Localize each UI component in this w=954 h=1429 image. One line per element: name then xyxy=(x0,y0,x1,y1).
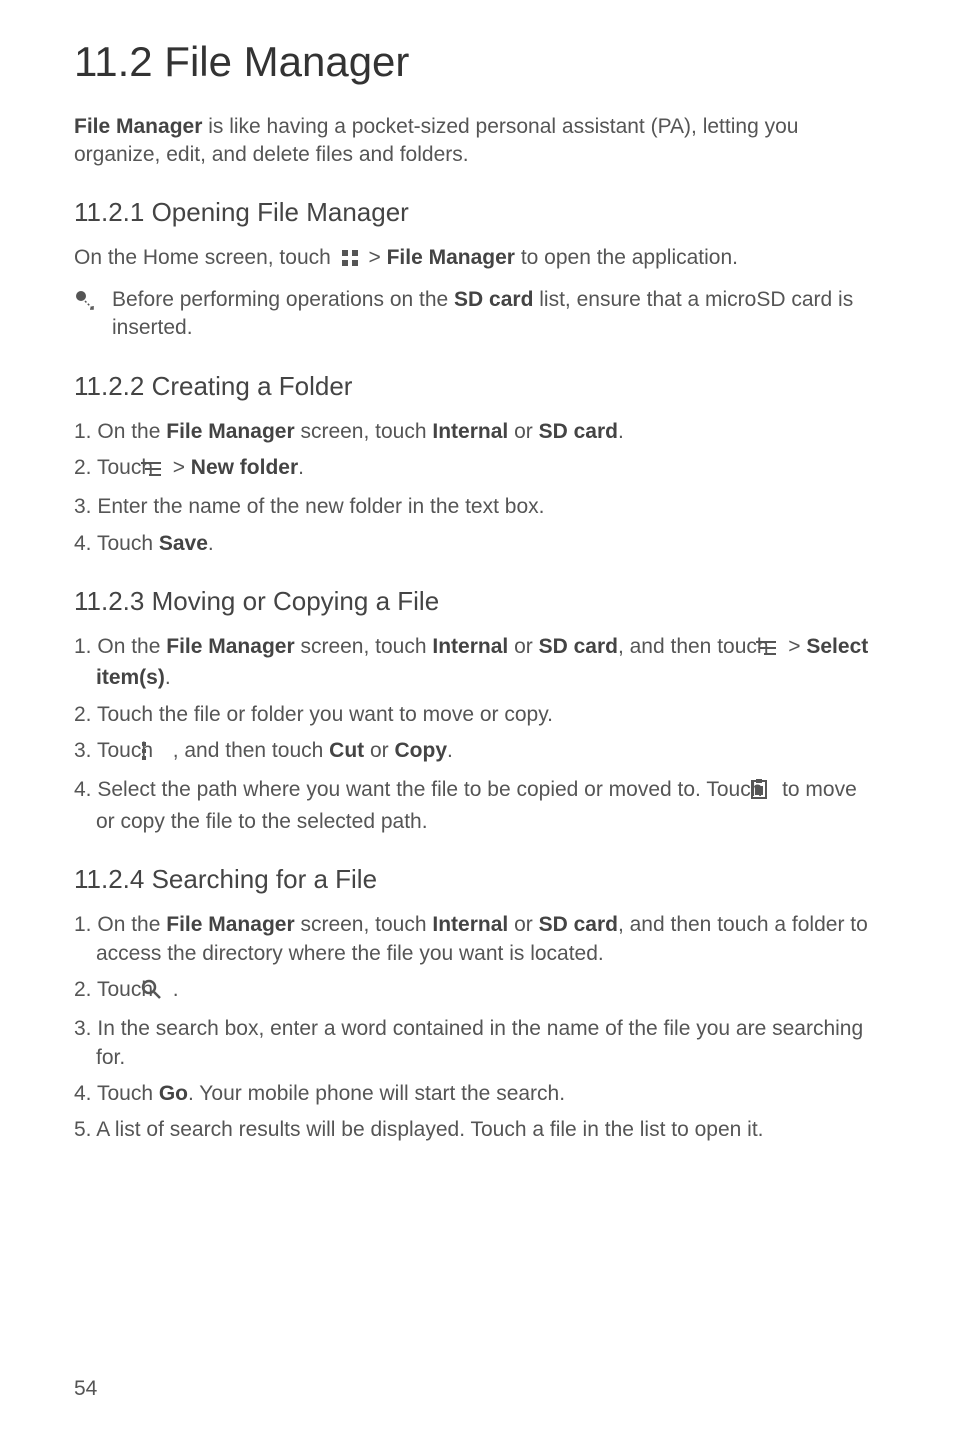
list-item: 3. Touch , and then touch Cut or Copy. xyxy=(74,737,880,768)
text: On the xyxy=(97,635,166,658)
list-item: 4. Touch Go. Your mobile phone will star… xyxy=(74,1080,880,1108)
text: or xyxy=(508,420,538,443)
text: to open the application. xyxy=(521,246,738,269)
text: Select the path where you want the file … xyxy=(97,778,768,801)
text: A list of search results will be display… xyxy=(96,1118,763,1141)
subsection-11-2-2: 11.2.2 Creating a Folder xyxy=(74,369,880,404)
list-item: 2. Touch . xyxy=(74,976,880,1007)
bold: SD card xyxy=(539,420,618,443)
note-icon xyxy=(74,286,100,319)
searching-file-steps: 1. On the File Manager screen, touch Int… xyxy=(74,911,880,1144)
text: On the xyxy=(97,913,166,936)
text: screen, touch xyxy=(295,635,433,658)
moving-copying-steps: 1. On the File Manager screen, touch Int… xyxy=(74,633,880,836)
num: 1. xyxy=(74,635,97,658)
text: Touch the file or folder you want to mov… xyxy=(97,703,553,726)
list-item: 1. On the File Manager screen, touch Int… xyxy=(74,418,880,446)
list-item: 5. A list of search results will be disp… xyxy=(74,1116,880,1144)
text: . xyxy=(208,532,214,555)
list-item: 3. In the search box, enter a word conta… xyxy=(74,1015,880,1072)
bold: File Manager xyxy=(166,913,294,936)
text: Enter the name of the new folder in the … xyxy=(97,495,544,518)
text: . xyxy=(173,978,179,1001)
page-number: 54 xyxy=(74,1375,97,1403)
bold: Cut xyxy=(329,739,364,762)
creating-folder-steps: 1. On the File Manager screen, touch Int… xyxy=(74,418,880,558)
bold: Save xyxy=(159,532,208,555)
gt: > xyxy=(788,635,806,658)
bold: File Manager xyxy=(387,246,515,269)
text: Touch xyxy=(97,739,159,762)
num: 2. xyxy=(74,703,97,726)
bold: New folder xyxy=(191,456,298,479)
text: or xyxy=(364,739,394,762)
subsection-11-2-3: 11.2.3 Moving or Copying a File xyxy=(74,584,880,619)
gt: > xyxy=(173,456,191,479)
note-block: Before performing operations on the SD c… xyxy=(74,286,880,343)
text: . xyxy=(165,666,171,689)
section-title: 11.2 File Manager xyxy=(74,34,880,91)
text: Touch xyxy=(97,532,159,555)
bold: SD card xyxy=(539,913,618,936)
subsection-11-2-1: 11.2.1 Opening File Manager xyxy=(74,195,880,230)
text: . xyxy=(298,456,304,479)
bold: Internal xyxy=(432,420,508,443)
text: On the Home screen, touch xyxy=(74,246,337,269)
list-item: 1. On the File Manager screen, touch Int… xyxy=(74,911,880,968)
text: . Your mobile phone will start the searc… xyxy=(188,1082,565,1105)
bold: Go xyxy=(159,1082,188,1105)
note-text: Before performing operations on the SD c… xyxy=(112,286,880,343)
text: In the search box, enter a word containe… xyxy=(96,1017,863,1068)
text: screen, touch xyxy=(295,420,433,443)
list-item: 2. Touch > New folder. xyxy=(74,454,880,485)
bold: SD card xyxy=(454,288,533,311)
list-item: 4. Touch Save. xyxy=(74,530,880,558)
bold: Internal xyxy=(432,913,508,936)
text: or xyxy=(508,635,538,658)
list-item: 1. On the File Manager screen, touch Int… xyxy=(74,633,880,693)
list-item: 4. Select the path where you want the fi… xyxy=(74,776,880,836)
num: 1. xyxy=(74,913,97,936)
bold: Copy xyxy=(395,739,448,762)
text: Before performing operations on the xyxy=(112,288,454,311)
text: . xyxy=(447,739,453,762)
intro-bold: File Manager xyxy=(74,115,202,138)
text: or xyxy=(508,913,538,936)
list-item: 2. Touch the file or folder you want to … xyxy=(74,701,880,729)
text: . xyxy=(618,420,624,443)
bold: File Manager xyxy=(166,635,294,658)
num: 4. xyxy=(74,532,97,555)
open-file-manager-line: On the Home screen, touch > File Manager… xyxy=(74,244,880,275)
text: , and then touch xyxy=(618,635,774,658)
num: 2. xyxy=(74,978,97,1001)
apps-grid-icon xyxy=(341,247,359,275)
text: Touch xyxy=(97,1082,159,1105)
text: On the xyxy=(97,420,166,443)
num: 3. xyxy=(74,1017,97,1040)
bold: SD card xyxy=(539,635,618,658)
num: 5. xyxy=(74,1118,96,1141)
subsection-11-2-4: 11.2.4 Searching for a File xyxy=(74,862,880,897)
num: 1. xyxy=(74,420,97,443)
text: screen, touch xyxy=(295,913,433,936)
num: 3. xyxy=(74,739,97,762)
num: 3. xyxy=(74,495,97,518)
num: 4. xyxy=(74,778,97,801)
intro-paragraph: File Manager is like having a pocket-siz… xyxy=(74,113,880,170)
list-item: 3. Enter the name of the new folder in t… xyxy=(74,493,880,521)
bold: File Manager xyxy=(166,420,294,443)
text: , and then touch xyxy=(173,739,329,762)
gt: > xyxy=(368,246,386,269)
num: 4. xyxy=(74,1082,97,1105)
num: 2. xyxy=(74,456,97,479)
bold: Internal xyxy=(432,635,508,658)
